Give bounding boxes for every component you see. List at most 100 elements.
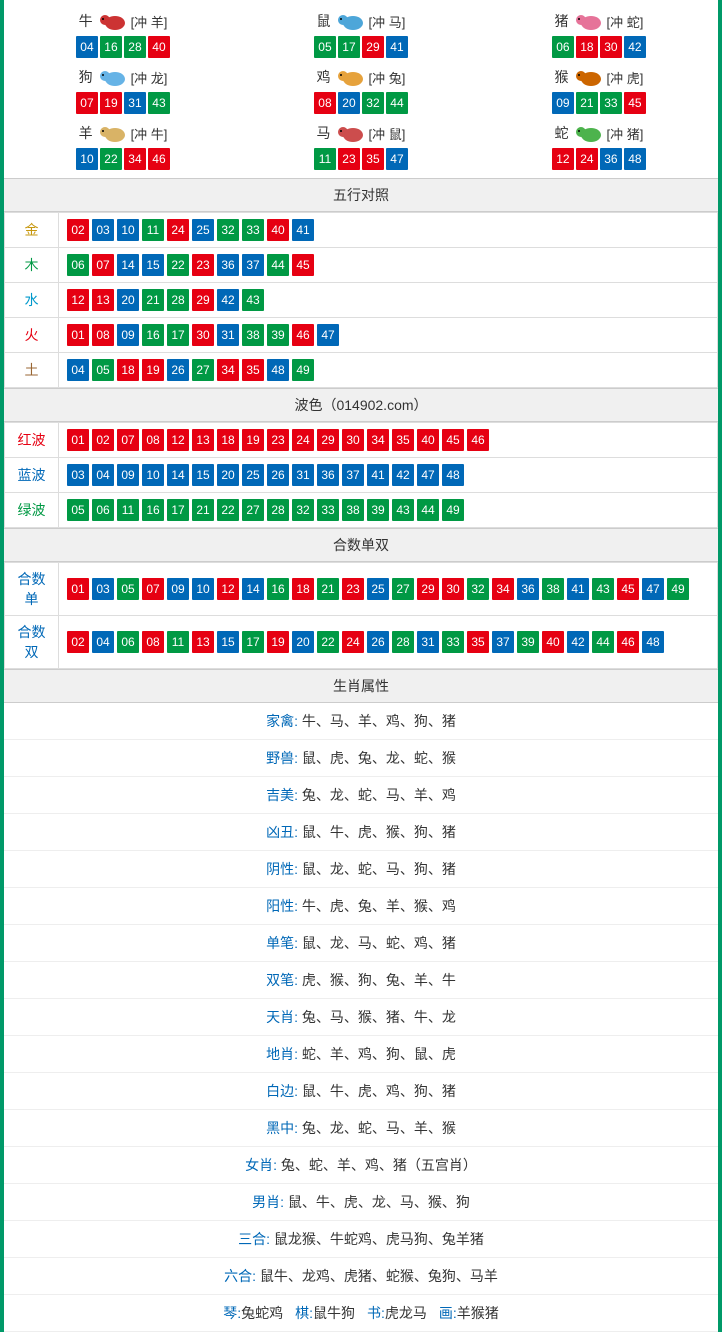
attr-key: 天肖: <box>266 1009 298 1025</box>
number-ball: 33 <box>442 631 464 653</box>
row-balls: 0102070812131819232429303435404546 <box>59 423 718 458</box>
zodiac-name: 鼠 <box>317 11 331 31</box>
attr-value: 牛、马、羊、鸡、狗、猪 <box>302 713 456 729</box>
number-ball: 18 <box>217 429 239 451</box>
attr-value: 兔蛇鸡 <box>241 1305 283 1321</box>
number-ball: 49 <box>292 359 314 381</box>
attr-value: 虎龙马 <box>385 1305 427 1321</box>
row-balls: 06071415222336374445 <box>59 248 718 283</box>
number-ball: 22 <box>317 631 339 653</box>
attr-row: 凶丑: 鼠、牛、虎、猴、狗、猪 <box>4 814 718 851</box>
number-ball: 22 <box>167 254 189 276</box>
zodiac-icon <box>571 10 605 32</box>
number-ball: 08 <box>142 429 164 451</box>
attr-row: 野兽: 鼠、虎、兔、龙、蛇、猴 <box>4 740 718 777</box>
number-ball: 23 <box>267 429 289 451</box>
number-ball: 31 <box>417 631 439 653</box>
number-ball: 19 <box>267 631 289 653</box>
zodiac-icon <box>95 10 129 32</box>
number-ball: 21 <box>576 92 598 114</box>
attr-value: 鼠、龙、蛇、马、狗、猪 <box>302 861 456 877</box>
attr-key: 吉美: <box>266 787 298 803</box>
number-ball: 48 <box>642 631 664 653</box>
number-ball: 21 <box>317 578 339 600</box>
zodiac-icon <box>333 10 367 32</box>
number-ball: 09 <box>117 324 139 346</box>
row-balls: 03040910141520252631363741424748 <box>59 458 718 493</box>
number-ball: 48 <box>442 464 464 486</box>
attr-row: 六合: 鼠牛、龙鸡、虎猪、蛇猴、兔狗、马羊 <box>4 1258 718 1295</box>
number-ball: 33 <box>317 499 339 521</box>
number-ball: 12 <box>552 148 574 170</box>
number-ball: 06 <box>117 631 139 653</box>
zodiac-icon <box>571 122 605 144</box>
row-label: 金 <box>5 213 59 248</box>
zodiac-icon <box>333 66 367 88</box>
zodiac-conflict: [冲 马] <box>369 12 406 31</box>
number-ball: 21 <box>142 289 164 311</box>
number-ball: 15 <box>142 254 164 276</box>
number-ball: 42 <box>392 464 414 486</box>
number-ball: 36 <box>517 578 539 600</box>
number-ball: 07 <box>76 92 98 114</box>
number-ball: 28 <box>392 631 414 653</box>
number-ball: 39 <box>517 631 539 653</box>
number-ball: 09 <box>167 578 189 600</box>
number-ball: 43 <box>392 499 414 521</box>
zodiac-conflict: [冲 鼠] <box>369 124 406 143</box>
zodiac-conflict: [冲 虎] <box>607 68 644 87</box>
attr-value: 鼠龙猴、牛蛇鸡、虎马狗、兔羊猪 <box>274 1231 484 1247</box>
number-ball: 12 <box>167 429 189 451</box>
table-row: 合数单 010305070910121416182123252729303234… <box>5 563 718 616</box>
number-ball: 48 <box>624 148 646 170</box>
attr-value: 羊猴猪 <box>457 1305 499 1321</box>
zodiac-icon <box>95 66 129 88</box>
attr-value: 兔、龙、蛇、马、羊、猴 <box>302 1120 456 1136</box>
number-ball: 30 <box>192 324 214 346</box>
number-ball: 36 <box>317 464 339 486</box>
attrs-list: 家禽: 牛、马、羊、鸡、狗、猪野兽: 鼠、虎、兔、龙、蛇、猴吉美: 兔、龙、蛇、… <box>4 703 718 1332</box>
number-ball: 02 <box>92 429 114 451</box>
attr-key: 画: <box>439 1305 457 1321</box>
number-ball: 38 <box>542 578 564 600</box>
zodiac-cell: 鼠 [冲 马] 05172941 <box>242 5 480 61</box>
number-ball: 28 <box>167 289 189 311</box>
number-ball: 03 <box>92 219 114 241</box>
number-ball: 32 <box>362 92 384 114</box>
number-ball: 06 <box>552 36 574 58</box>
number-ball: 40 <box>267 219 289 241</box>
number-ball: 22 <box>100 148 122 170</box>
zodiac-name: 羊 <box>79 123 93 143</box>
number-ball: 26 <box>167 359 189 381</box>
zodiac-balls: 07193143 <box>4 92 242 114</box>
number-ball: 04 <box>67 359 89 381</box>
number-ball: 18 <box>117 359 139 381</box>
number-ball: 10 <box>192 578 214 600</box>
number-ball: 06 <box>67 254 89 276</box>
number-ball: 15 <box>217 631 239 653</box>
number-ball: 29 <box>192 289 214 311</box>
number-ball: 47 <box>317 324 339 346</box>
zodiac-balls: 06183042 <box>480 36 718 58</box>
number-ball: 17 <box>338 36 360 58</box>
number-ball: 24 <box>167 219 189 241</box>
table-row: 土 04051819262734354849 <box>5 353 718 388</box>
number-ball: 35 <box>362 148 384 170</box>
number-ball: 36 <box>217 254 239 276</box>
number-ball: 29 <box>417 578 439 600</box>
attr-key: 阴性: <box>266 861 298 877</box>
row-balls: 0204060811131517192022242628313335373940… <box>59 616 718 669</box>
zodiac-conflict: [冲 兔] <box>369 68 406 87</box>
attr-row: 白边: 鼠、牛、虎、鸡、狗、猪 <box>4 1073 718 1110</box>
attr-key: 白边: <box>266 1083 298 1099</box>
zodiac-cell: 牛 [冲 羊] 04162840 <box>4 5 242 61</box>
number-ball: 39 <box>267 324 289 346</box>
number-ball: 20 <box>292 631 314 653</box>
number-ball: 43 <box>592 578 614 600</box>
table-row: 金 02031011242532334041 <box>5 213 718 248</box>
row-balls: 02031011242532334041 <box>59 213 718 248</box>
number-ball: 34 <box>217 359 239 381</box>
number-ball: 14 <box>242 578 264 600</box>
attr-row: 女肖: 兔、蛇、羊、鸡、猪（五宫肖） <box>4 1147 718 1184</box>
number-ball: 35 <box>467 631 489 653</box>
